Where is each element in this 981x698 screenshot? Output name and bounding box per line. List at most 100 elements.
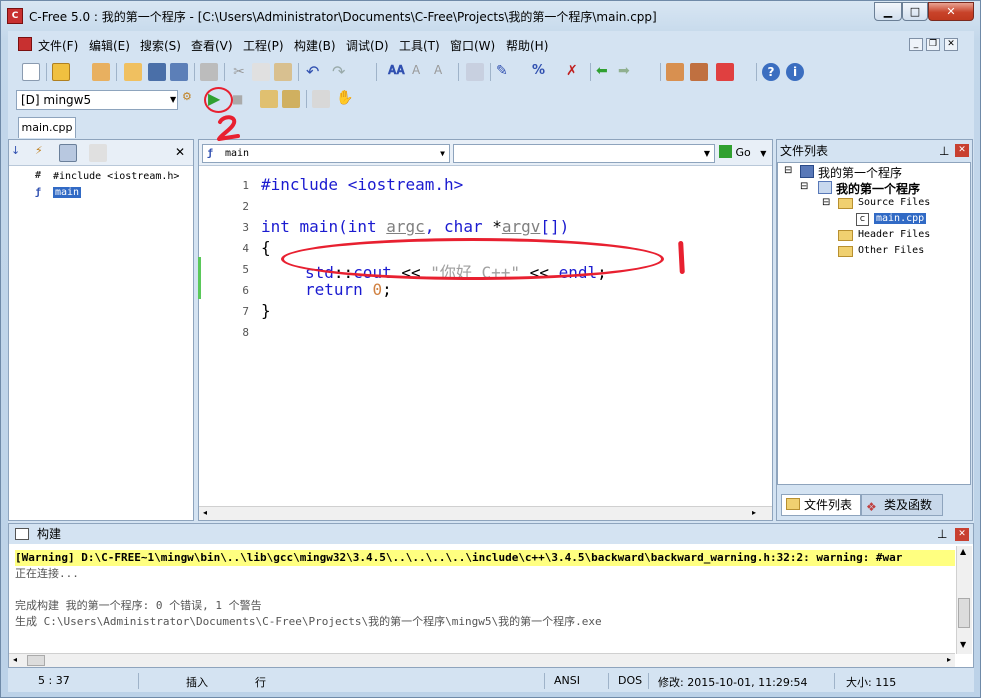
format-icon[interactable]: % [532,63,550,81]
compile-icon[interactable] [260,90,278,108]
open-folder-icon[interactable] [52,63,70,81]
collapse-icon[interactable]: ⊟ [822,197,830,208]
tab-file-list[interactable]: 文件列表 [781,494,861,516]
delete-file-icon[interactable] [716,63,734,81]
folder-icon[interactable] [124,63,142,81]
minimize-button[interactable]: ▁ [874,2,902,21]
code-area[interactable]: #include <iostream.h> int main(int argc,… [255,166,770,506]
build-vertical-scrollbar[interactable]: ▲ ▼ [956,546,972,654]
build-horizontal-scrollbar[interactable]: ◂ ▸ [9,653,955,667]
sort-icon[interactable]: ↓ [11,144,29,162]
go-button[interactable]: Go ▼ [719,144,769,163]
rebuild-icon[interactable] [312,90,330,108]
find-icon[interactable]: 𝐀𝐀 [388,63,406,81]
document-icon[interactable] [18,37,32,51]
scope-select[interactable]: ▼ [453,144,715,163]
build-options-icon[interactable]: ⚙ [182,90,200,108]
scroll-thumb[interactable] [958,598,970,628]
tab-main-cpp[interactable]: main.cpp [18,117,76,138]
save-icon[interactable] [148,63,166,81]
build-line-warning[interactable]: [Warning] D:\C-FREE~1\mingw\bin\..\lib\g… [15,550,955,566]
tree-item-include[interactable]: #include <iostream.h> [53,171,179,182]
compiler-select[interactable]: [D] mingw5 [16,90,178,110]
hand-icon[interactable]: ✋ [336,90,354,108]
menu-help[interactable]: 帮助(H) [506,37,548,54]
filter-icon[interactable]: ⚡ [35,144,53,162]
scroll-left-icon[interactable]: ◂ [13,655,17,664]
tree-source-files[interactable]: Source Files [858,197,930,208]
maximize-button[interactable]: □ [902,2,928,21]
collapse-icon[interactable]: ⊟ [784,165,792,176]
paste-icon[interactable] [274,63,292,81]
title-bar[interactable]: C C-Free 5.0 : 我的第一个程序 - [C:\Users\Admin… [1,1,980,31]
save-all-icon[interactable] [170,63,188,81]
scroll-left-icon[interactable]: ◂ [203,508,207,517]
pin-icon[interactable]: ⊥ [939,140,949,162]
find-next-icon[interactable]: A [412,63,430,81]
tree-other-files[interactable]: Other Files [858,245,924,256]
clear-bookmark-icon[interactable]: ✗ [566,63,584,81]
bookmark-icon[interactable]: ✎ [496,63,514,81]
chevron-down-icon[interactable]: ▼ [170,90,178,110]
menu-debug[interactable]: 调试(D) [346,37,389,54]
mdi-close-icon[interactable]: ✕ [944,38,958,51]
menu-project[interactable]: 工程(P) [243,37,284,54]
scroll-thumb[interactable] [27,655,45,666]
menu-build[interactable]: 构建(B) [294,37,336,54]
tree-item-main[interactable]: main [53,187,82,198]
identifier: main( [289,217,348,236]
code-editor[interactable]: ƒ main ▼ ▼ Go ▼ 1 2 3 4 5 6 7 8 #include… [198,139,773,521]
properties-icon[interactable] [89,144,107,162]
collapse-icon[interactable]: ⊟ [800,181,808,192]
menu-view[interactable]: 查看(V) [191,37,233,54]
menu-tools[interactable]: 工具(T) [399,37,440,54]
redo-icon[interactable]: ↷ [332,63,350,81]
build-icon [15,528,29,540]
scroll-right-icon[interactable]: ▸ [752,508,756,517]
tree-file-main-cpp[interactable]: main.cpp [874,213,927,224]
find-in-files-icon[interactable] [466,63,484,81]
mdi-restore-icon[interactable]: ❐ [926,38,940,51]
print-icon[interactable] [200,63,218,81]
tree-project[interactable]: 我的第一个程序 [836,180,920,197]
keyword: char [444,217,483,236]
find-prev-icon[interactable]: A [434,63,452,81]
code-line-4: { [261,238,271,259]
menu-file[interactable]: 文件(F) [38,37,78,54]
view-list-icon[interactable] [59,144,77,162]
menu-window[interactable]: 窗口(W) [450,37,495,54]
copy-icon[interactable] [252,63,270,81]
close-icon[interactable]: ✕ [955,144,969,157]
scroll-right-icon[interactable]: ▸ [947,655,951,664]
editor-horizontal-scrollbar[interactable]: ◂ ▸ [199,506,772,520]
build-icon[interactable] [282,90,300,108]
cut-icon[interactable]: ✂ [230,63,248,81]
line-number: 7 [242,305,249,318]
function-select[interactable]: ƒ main ▼ [202,144,450,163]
close-icon[interactable]: ✕ [955,528,969,541]
help-icon[interactable]: ? [762,63,780,81]
menu-edit[interactable]: 编辑(E) [89,37,130,54]
build-output[interactable]: [Warning] D:\C-FREE~1\mingw\bin\..\lib\g… [9,546,955,654]
compare-icon[interactable] [666,63,684,81]
scroll-up-icon[interactable]: ▲ [960,547,966,556]
tree-header-files[interactable]: Header Files [858,229,930,240]
mdi-minimize-icon[interactable]: _ [909,38,923,51]
convert-icon[interactable] [690,63,708,81]
tab-classes[interactable]: ❖ 类及函数 [861,494,943,516]
tree-workspace[interactable]: 我的第一个程序 [818,164,902,181]
tab-file-list-label: 文件列表 [804,498,853,512]
new-file-icon[interactable] [22,63,40,81]
close-button[interactable]: ✕ [928,2,974,21]
menu-search[interactable]: 搜索(S) [140,37,181,54]
close-icon[interactable]: ✕ [175,145,185,159]
pin-icon[interactable]: ⊥ [937,524,947,544]
back-icon[interactable]: ⬅ [596,63,614,81]
scroll-down-icon[interactable]: ▼ [960,640,966,649]
stop-icon[interactable]: ■ [232,90,250,108]
info-icon[interactable]: i [786,63,804,81]
open-project-icon[interactable] [92,63,110,81]
undo-icon[interactable]: ↶ [306,63,324,81]
build-line: 正在连接... [15,567,79,580]
forward-icon[interactable]: ➡ [618,63,636,81]
